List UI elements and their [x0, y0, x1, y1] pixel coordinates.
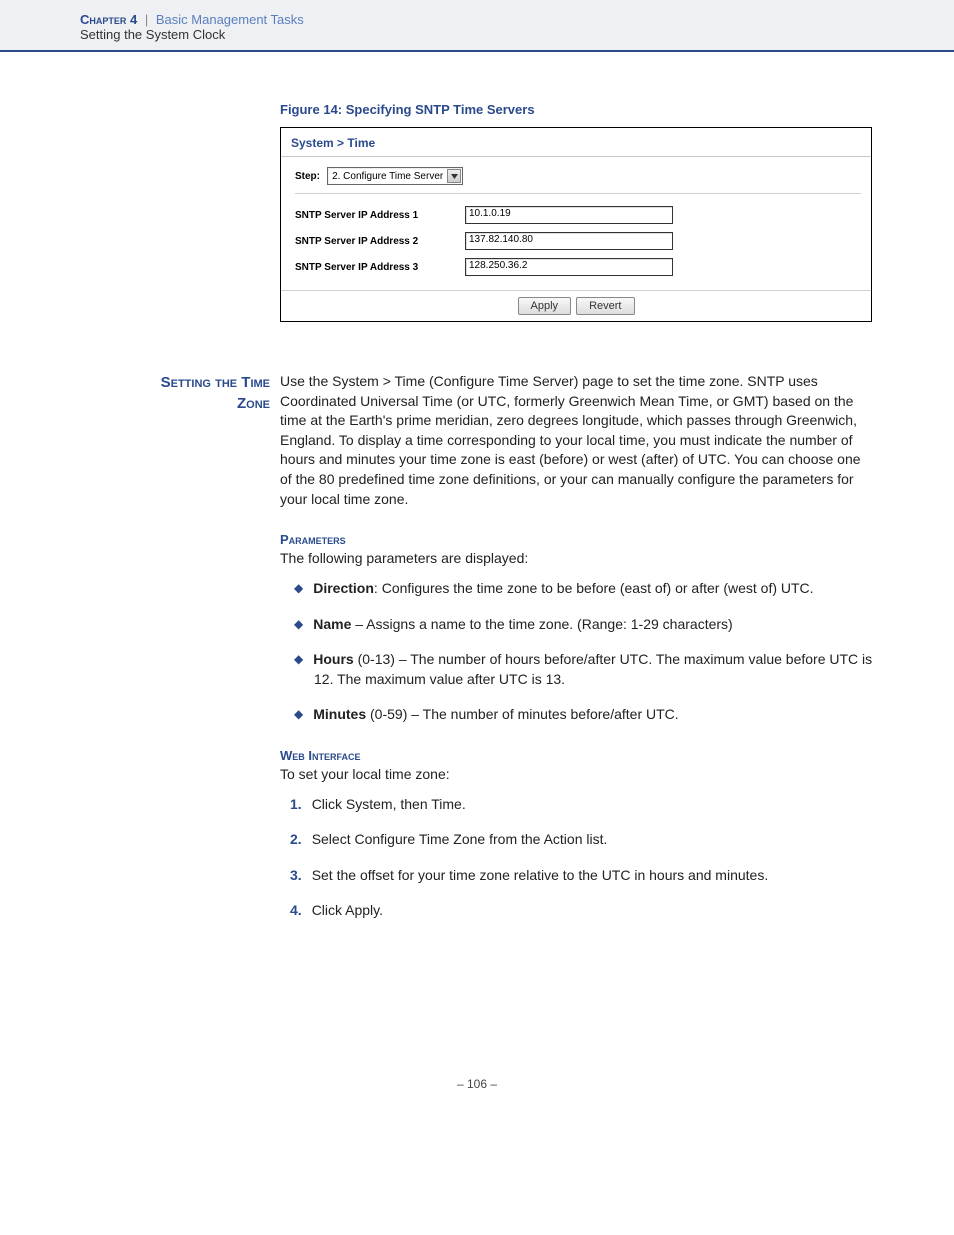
field-row: SNTP Server IP Address 2 137.82.140.80 [295, 228, 861, 254]
list-item: Minutes (0-59) – The number of minutes b… [280, 705, 874, 725]
webinterface-heading: Web Interface [280, 747, 874, 765]
step-dropdown[interactable]: 2. Configure Time Server [327, 167, 463, 185]
field-label: SNTP Server IP Address 1 [295, 210, 465, 221]
parameters-heading: Parameters [280, 531, 874, 549]
chapter-label: Chapter 4 [80, 12, 137, 27]
steps-list: Click System, then Time. Select Configur… [280, 795, 874, 921]
list-item: Direction: Configures the time zone to b… [280, 579, 874, 599]
list-item: Click System, then Time. [280, 795, 874, 815]
step-label: Step: [295, 171, 320, 182]
step-dropdown-value: 2. Configure Time Server [332, 171, 443, 182]
parameters-list: Direction: Configures the time zone to b… [280, 579, 874, 725]
apply-button[interactable]: Apply [518, 297, 572, 315]
field-row: SNTP Server IP Address 1 10.1.0.19 [295, 202, 861, 228]
field-row: SNTP Server IP Address 3 128.250.36.2 [295, 254, 861, 280]
step-row: Step: 2. Configure Time Server [295, 167, 861, 194]
list-item: Click Apply. [280, 901, 874, 921]
screenshot-title: System > Time [281, 128, 871, 157]
field-label: SNTP Server IP Address 3 [295, 262, 465, 273]
list-item: Set the offset for your time zone relati… [280, 866, 874, 886]
webinterface-lead: To set your local time zone: [280, 765, 874, 785]
section-heading: Setting the Time Zone [80, 372, 280, 937]
sntp-server-3-input[interactable]: 128.250.36.2 [465, 258, 673, 276]
figure-caption: Figure 14: Specifying SNTP Time Servers [280, 102, 874, 117]
screenshot-panel: System > Time Step: 2. Configure Time Se… [280, 127, 872, 322]
revert-button[interactable]: Revert [576, 297, 634, 315]
list-item: Select Configure Time Zone from the Acti… [280, 830, 874, 850]
sntp-server-1-input[interactable]: 10.1.0.19 [465, 206, 673, 224]
page-header: Chapter 4 | Basic Management Tasks Setti… [0, 0, 954, 52]
list-item: Name – Assigns a name to the time zone. … [280, 615, 874, 635]
sntp-server-2-input[interactable]: 137.82.140.80 [465, 232, 673, 250]
breadcrumb-title: Basic Management Tasks [156, 12, 304, 27]
page-number: – 106 – [0, 1077, 954, 1121]
parameters-lead: The following parameters are displayed: [280, 549, 874, 569]
chevron-down-icon[interactable] [447, 169, 461, 183]
list-item: Hours (0-13) – The number of hours befor… [280, 650, 874, 689]
separator: | [145, 12, 148, 27]
page-subtitle: Setting the System Clock [80, 27, 954, 42]
intro-paragraph: Use the System > Time (Configure Time Se… [280, 372, 874, 509]
button-row: Apply Revert [281, 290, 871, 321]
field-label: SNTP Server IP Address 2 [295, 236, 465, 247]
